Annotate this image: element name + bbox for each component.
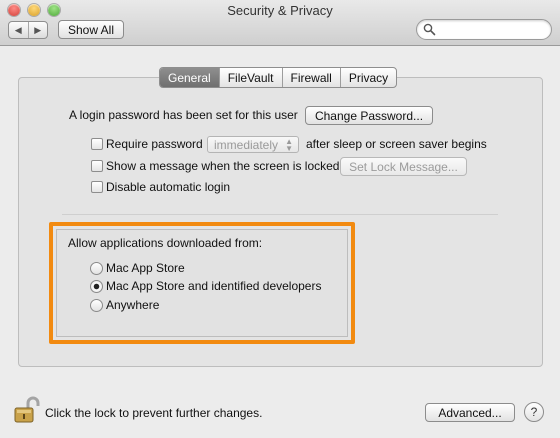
require-password-label: Require password	[106, 137, 203, 151]
require-password-suffix: after sleep or screen saver begins	[306, 137, 487, 151]
require-password-checkbox[interactable]	[91, 138, 103, 150]
help-button[interactable]: ?	[524, 402, 544, 422]
radio-anywhere[interactable]	[90, 299, 103, 312]
disable-auto-login-label: Disable automatic login	[106, 180, 231, 194]
login-password-text: A login password has been set for this u…	[69, 108, 298, 122]
unlocked-padlock-icon[interactable]	[14, 396, 40, 427]
tab-filevault[interactable]: FileVault	[220, 68, 283, 87]
tab-firewall[interactable]: Firewall	[283, 68, 341, 87]
radio-mac-app-store[interactable]	[90, 262, 103, 275]
set-lock-message-button[interactable]: Set Lock Message...	[340, 157, 467, 176]
radio-identified-developers-label[interactable]: Mac App Store and identified developers	[106, 279, 321, 293]
window-title: Security & Privacy	[227, 3, 333, 18]
tab-general[interactable]: General	[160, 68, 220, 87]
window-toolbar: Security & Privacy ◀ ▶ Show All	[0, 0, 560, 46]
select-arrows-icon: ▲ ▼	[285, 137, 293, 153]
forward-arrow-icon[interactable]: ▶	[29, 22, 48, 38]
require-password-delay-select[interactable]: immediately ▲ ▼	[207, 136, 299, 153]
show-all-button[interactable]: Show All	[58, 20, 124, 39]
advanced-button[interactable]: Advanced...	[425, 403, 515, 422]
disable-auto-login-checkbox[interactable]	[91, 181, 103, 193]
section-divider	[62, 214, 498, 215]
tab-bar: General FileVault Firewall Privacy	[159, 67, 398, 88]
allow-apps-heading: Allow applications downloaded from:	[68, 236, 263, 250]
show-message-checkbox[interactable]	[91, 160, 103, 172]
radio-anywhere-label[interactable]: Anywhere	[106, 298, 159, 312]
change-password-button[interactable]: Change Password...	[305, 106, 433, 125]
radio-mac-app-store-label[interactable]: Mac App Store	[106, 261, 185, 275]
search-field[interactable]	[416, 19, 552, 40]
back-forward-control: ◀ ▶	[8, 21, 48, 39]
lock-hint-text: Click the lock to prevent further change…	[45, 406, 263, 420]
back-arrow-icon[interactable]: ◀	[9, 22, 29, 38]
tab-privacy[interactable]: Privacy	[341, 68, 396, 87]
show-message-label: Show a message when the screen is locked	[106, 159, 340, 173]
magnifier-icon	[423, 23, 436, 39]
require-password-delay-value: immediately	[214, 137, 279, 152]
radio-identified-developers[interactable]	[90, 280, 103, 293]
